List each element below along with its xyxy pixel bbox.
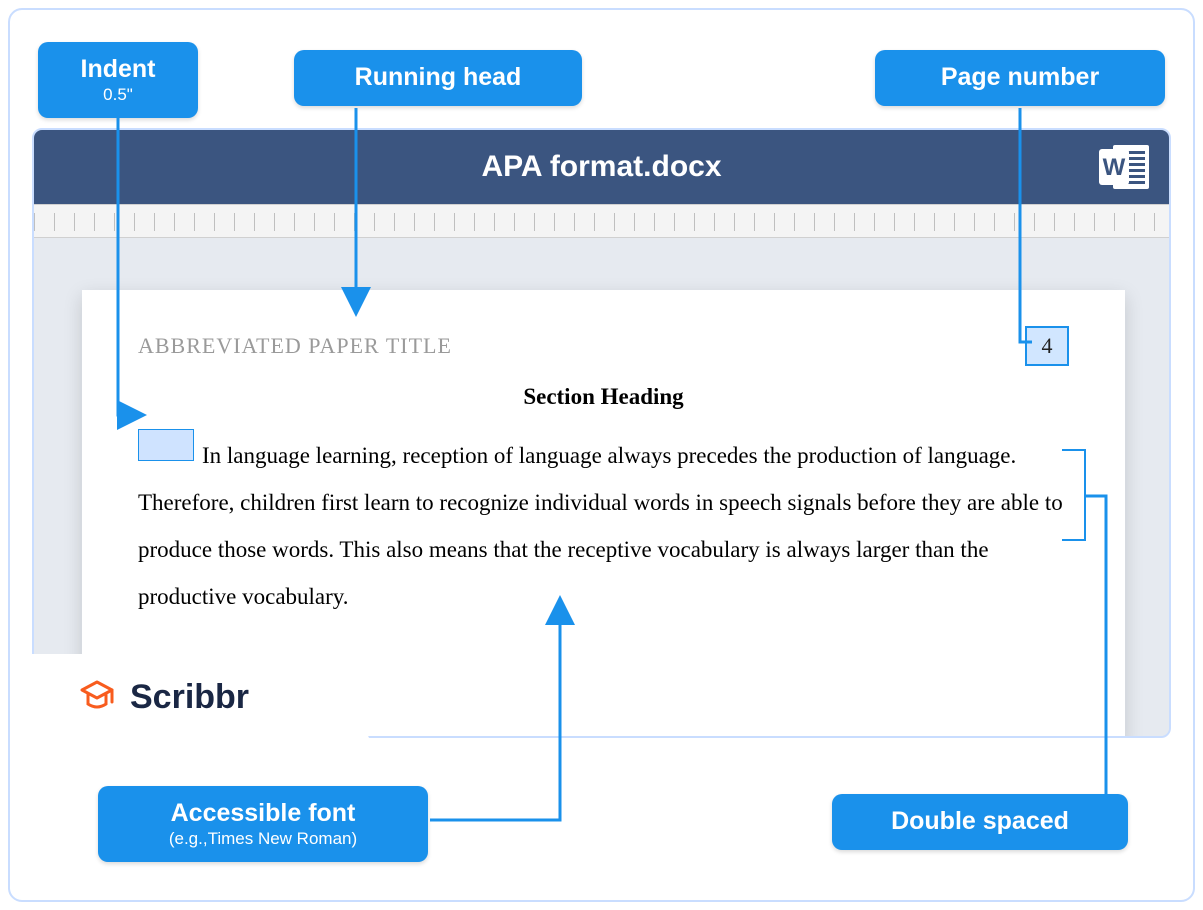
page-header: ABBREVIATED PAPER TITLE 4: [138, 326, 1069, 366]
word-app-icon: W: [1099, 143, 1151, 191]
ruler: [34, 204, 1169, 238]
document-filename: APA format.docx: [481, 150, 721, 184]
running-head-text: ABBREVIATED PAPER TITLE: [138, 333, 452, 359]
callout-indent-sub: 0.5": [66, 86, 170, 105]
callout-running-head-title: Running head: [355, 63, 522, 91]
brand-name: Scribbr: [130, 678, 249, 717]
callout-page-number-title: Page number: [941, 63, 1099, 91]
callout-accessible-font: Accessible font (e.g.,Times New Roman): [98, 786, 428, 862]
brand-logo-icon: [76, 676, 118, 718]
callout-accessible-font-title: Accessible font: [171, 799, 356, 827]
svg-text:W: W: [1103, 154, 1126, 181]
titlebar: APA format.docx W: [34, 130, 1169, 204]
callout-running-head: Running head: [294, 50, 582, 106]
double-space-bracket: [1062, 449, 1086, 541]
callout-indent: Indent 0.5": [38, 42, 198, 118]
body-paragraph: In language learning, reception of langu…: [138, 432, 1069, 621]
callout-double-spaced: Double spaced: [832, 794, 1128, 850]
document-window: APA format.docx W ABBREVIATED PAPER TITL…: [32, 128, 1171, 738]
callout-double-spaced-title: Double spaced: [891, 807, 1069, 835]
section-heading: Section Heading: [138, 384, 1069, 410]
indent-highlight: [138, 429, 194, 461]
callout-page-number: Page number: [875, 50, 1165, 106]
brand-card: Scribbr: [30, 654, 370, 740]
body-wrap: In language learning, reception of langu…: [138, 432, 1069, 621]
callout-accessible-font-sub: (e.g.,Times New Roman): [126, 830, 400, 849]
callout-indent-title: Indent: [81, 55, 156, 83]
page-number-box: 4: [1025, 326, 1069, 366]
